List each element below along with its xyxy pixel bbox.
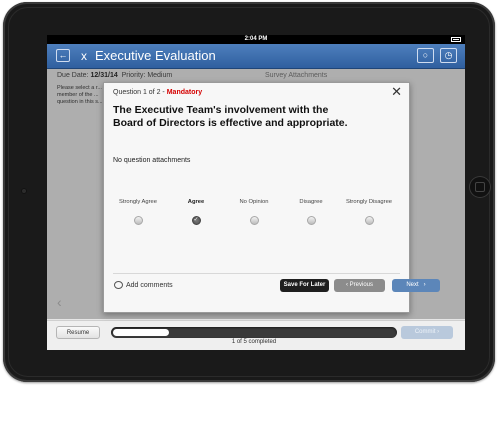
chevron-left-icon: ‹ bbox=[345, 282, 348, 288]
battery-icon bbox=[451, 37, 461, 42]
home-button[interactable] bbox=[469, 176, 491, 198]
comment-bubble-icon bbox=[114, 281, 123, 290]
bottom-toolbar: Resume 1 of 5 completed Commit › bbox=[47, 320, 465, 350]
next-label: Next bbox=[406, 282, 419, 288]
option-agree[interactable]: Agree ✓ bbox=[166, 199, 226, 225]
home-square-icon bbox=[475, 182, 485, 192]
question-number-text: Question 1 of 2 - bbox=[113, 89, 165, 96]
progress-fill bbox=[113, 329, 169, 336]
ipad-frame: 2:04 PM ← x Executive Evaluation ○ ◷ Due… bbox=[3, 2, 495, 382]
antenna-icon: x bbox=[81, 49, 87, 63]
nav-bar: ← x Executive Evaluation ○ ◷ bbox=[47, 44, 465, 69]
close-icon[interactable]: ✕ bbox=[391, 85, 402, 99]
back-arrow-icon[interactable]: ← bbox=[56, 49, 70, 62]
status-bar: 2:04 PM bbox=[47, 35, 465, 44]
add-comments-button[interactable]: Add comments bbox=[114, 280, 173, 292]
question-number: Question 1 of 2 - Mandatory bbox=[113, 89, 202, 96]
divider bbox=[113, 273, 400, 274]
previous-label: Previous bbox=[349, 282, 373, 288]
radio-button[interactable] bbox=[306, 216, 316, 225]
previous-button[interactable]: ‹ Previous bbox=[334, 279, 385, 292]
next-button[interactable]: Next › bbox=[392, 279, 440, 292]
resume-button[interactable]: Resume bbox=[56, 326, 100, 339]
progress-text: 1 of 5 completed bbox=[231, 339, 277, 345]
commit-button[interactable]: Commit › bbox=[401, 326, 453, 339]
radio-button[interactable] bbox=[249, 216, 259, 225]
radio-button-checked[interactable]: ✓ bbox=[191, 216, 201, 225]
mandatory-label: Mandatory bbox=[166, 89, 203, 96]
option-strongly-disagree[interactable]: Strongly Disagree bbox=[339, 199, 399, 225]
commit-label: Commit bbox=[414, 329, 436, 335]
option-label: No Opinion bbox=[239, 199, 269, 205]
option-label: Agree bbox=[187, 199, 205, 205]
option-no-opinion[interactable]: No Opinion bbox=[224, 199, 284, 225]
user-icon[interactable]: ○ bbox=[417, 48, 434, 63]
status-time: 2:04 PM bbox=[244, 36, 268, 42]
add-comments-label: Add comments bbox=[126, 282, 173, 289]
option-label: Disagree bbox=[299, 199, 323, 205]
radio-button[interactable] bbox=[133, 216, 143, 225]
screen: 2:04 PM ← x Executive Evaluation ○ ◷ Due… bbox=[47, 35, 465, 350]
question-modal: Question 1 of 2 - Mandatory ✕ The Execut… bbox=[103, 82, 440, 313]
page-title: Executive Evaluation bbox=[95, 48, 216, 63]
progress-bar bbox=[111, 327, 397, 338]
option-label: Strongly Disagree bbox=[345, 199, 393, 205]
option-label: Strongly Agree bbox=[118, 199, 158, 205]
save-for-later-button[interactable]: Save For Later bbox=[280, 279, 329, 292]
option-strongly-agree[interactable]: Strongly Agree bbox=[108, 199, 168, 225]
option-disagree[interactable]: Disagree bbox=[281, 199, 341, 225]
clock-icon[interactable]: ◷ bbox=[440, 48, 457, 63]
chevron-right-icon: › bbox=[423, 282, 426, 288]
camera-icon bbox=[21, 188, 27, 194]
radio-button[interactable] bbox=[364, 216, 374, 225]
question-text: The Executive Team's involvement with th… bbox=[113, 104, 348, 129]
no-attachments-text: No question attachments bbox=[113, 157, 191, 164]
